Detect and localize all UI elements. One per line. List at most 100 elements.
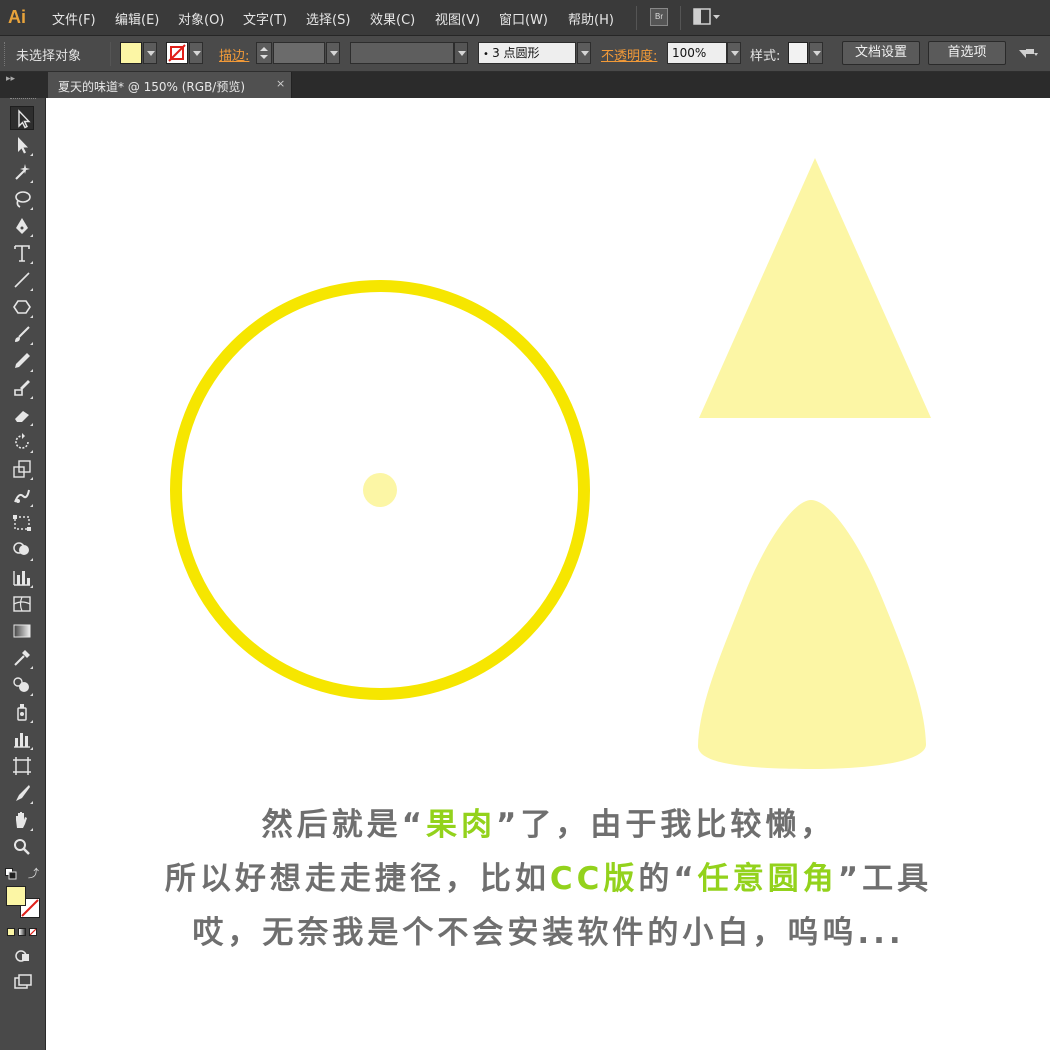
color-mode-button[interactable] bbox=[7, 928, 15, 936]
scale-tool[interactable] bbox=[10, 457, 34, 481]
screen-mode-button[interactable] bbox=[11, 970, 33, 992]
style-label: 样式: bbox=[750, 49, 781, 64]
paintbrush-tool[interactable] bbox=[10, 322, 34, 346]
none-mode-button[interactable] bbox=[29, 928, 37, 936]
gradient-tool[interactable] bbox=[10, 619, 34, 643]
swap-colors-button[interactable]: ⤴ bbox=[28, 868, 40, 880]
preferences-button[interactable]: 首选项 bbox=[928, 41, 1006, 65]
menu-file[interactable]: 文件(F) bbox=[52, 9, 96, 28]
close-tab-button[interactable]: × bbox=[276, 77, 285, 90]
opacity-label[interactable]: 不透明度: bbox=[601, 45, 657, 64]
rounded-triangle-shape[interactable] bbox=[698, 500, 927, 769]
stroke-weight-label[interactable]: 描边: bbox=[219, 45, 249, 64]
document-setup-button[interactable]: 文档设置 bbox=[842, 41, 920, 65]
selection-status: 未选择对象 bbox=[16, 49, 82, 64]
fill-stroke-swatches[interactable] bbox=[6, 886, 40, 920]
no-stroke-icon bbox=[168, 44, 186, 62]
caption-line-2: 所以好想走走捷径，比如CC版的“任意圆角”工具 bbox=[47, 852, 1050, 906]
warp-tool[interactable] bbox=[10, 484, 34, 508]
line-segment-tool[interactable] bbox=[10, 268, 34, 292]
menu-window[interactable]: 窗口(W) bbox=[499, 9, 548, 28]
document-tab-title: 夏天的味道* @ 150% (RGB/预览) bbox=[58, 80, 246, 94]
arrange-documents-button[interactable] bbox=[693, 8, 721, 26]
caption-line-3: 哎，无奈我是个不会安装软件的小白，呜呜... bbox=[192, 915, 905, 951]
brush-definition-value: 3 点圆形 bbox=[492, 46, 540, 60]
drawing-mode-button[interactable] bbox=[11, 944, 33, 966]
brush-definition-dropdown[interactable] bbox=[577, 42, 591, 64]
fill-color-swatch[interactable] bbox=[6, 886, 26, 906]
polygon-tool[interactable] bbox=[10, 295, 34, 319]
hand-tool[interactable] bbox=[10, 808, 34, 832]
graphic-style-swatch[interactable] bbox=[788, 42, 808, 64]
caption-text-segment: 的“ bbox=[638, 861, 698, 897]
panel-flyout-icon bbox=[1019, 49, 1038, 58]
stroke-weight-field[interactable] bbox=[273, 42, 325, 64]
selection-tool[interactable] bbox=[10, 106, 34, 130]
stroke-weight-stepper[interactable] bbox=[256, 42, 272, 64]
artboard-canvas[interactable]: 然后就是“果肉”了，由于我比较懒， 所以好想走走捷径，比如CC版的“任意圆角”工… bbox=[47, 98, 1050, 1050]
drawing-mode-icon bbox=[15, 950, 29, 962]
eyedropper-tool[interactable] bbox=[10, 646, 34, 670]
graphic-style-dropdown[interactable] bbox=[809, 42, 823, 64]
artboard-icon bbox=[13, 757, 31, 775]
variable-width-dropdown[interactable] bbox=[454, 42, 468, 64]
brush-definition-field[interactable]: • 3 点圆形 bbox=[478, 42, 576, 64]
menu-edit[interactable]: 编辑(E) bbox=[115, 9, 159, 28]
menu-type[interactable]: 文字(T) bbox=[243, 9, 287, 28]
menu-help[interactable]: 帮助(H) bbox=[568, 9, 614, 28]
caption-text-segment: ”了，由于我比较懒， bbox=[496, 807, 836, 843]
stroke-dropdown[interactable] bbox=[189, 42, 203, 64]
lasso-tool[interactable] bbox=[10, 187, 34, 211]
magic-wand-tool[interactable] bbox=[10, 160, 34, 184]
symbol-sprayer-tool[interactable] bbox=[10, 700, 34, 724]
artboard-tool[interactable] bbox=[10, 754, 34, 778]
panel-grip[interactable] bbox=[4, 42, 7, 66]
pencil-tool[interactable] bbox=[10, 349, 34, 373]
caption-highlight: 果肉 bbox=[426, 807, 496, 843]
stroke-weight-dropdown[interactable] bbox=[326, 42, 340, 64]
mesh-tool[interactable] bbox=[10, 592, 34, 616]
app-logo: Ai bbox=[8, 7, 26, 27]
opacity-dropdown[interactable] bbox=[727, 42, 741, 64]
column-graph-tool[interactable] bbox=[10, 727, 34, 751]
type-tool[interactable] bbox=[10, 241, 34, 265]
fill-dropdown[interactable] bbox=[143, 42, 157, 64]
menu-effect[interactable]: 效果(C) bbox=[370, 9, 415, 28]
pen-tool[interactable] bbox=[10, 214, 34, 238]
shape-builder-tool[interactable] bbox=[10, 538, 34, 562]
tools-panel-grip[interactable] bbox=[10, 98, 36, 102]
gradient-icon bbox=[13, 624, 31, 638]
gradient-mode-button[interactable] bbox=[18, 928, 26, 936]
control-panel-menu-button[interactable] bbox=[1016, 44, 1040, 64]
menu-select[interactable]: 选择(S) bbox=[306, 9, 350, 28]
caption-text-segment: 所以好想走走捷径，比如 bbox=[164, 861, 550, 897]
fill-swatch[interactable] bbox=[120, 42, 142, 64]
free-transform-tool[interactable] bbox=[10, 511, 34, 535]
center-dot-shape[interactable] bbox=[363, 473, 397, 507]
menu-view[interactable]: 视图(V) bbox=[435, 9, 480, 28]
collapse-panels-icon[interactable]: ▸▸ bbox=[6, 74, 15, 84]
menu-object[interactable]: 对象(O) bbox=[178, 9, 224, 28]
control-bar: 未选择对象 描边: • 3 点圆形 不透明度: 100% 样式: 文档设置 首选… bbox=[0, 36, 1050, 72]
blend-tool[interactable] bbox=[10, 673, 34, 697]
zoom-magnifier-icon bbox=[14, 839, 30, 855]
default-colors-button[interactable] bbox=[5, 868, 17, 880]
graph-tool[interactable] bbox=[10, 565, 34, 589]
none-slash-icon bbox=[30, 929, 36, 935]
tools-panel: ⤴ bbox=[0, 98, 46, 1050]
rotate-tool[interactable] bbox=[10, 430, 34, 454]
slice-tool[interactable] bbox=[10, 781, 34, 805]
bridge-button[interactable]: Br bbox=[650, 8, 668, 26]
opacity-field[interactable]: 100% bbox=[667, 42, 727, 64]
sharp-triangle-shape[interactable] bbox=[699, 158, 931, 418]
zoom-tool[interactable] bbox=[10, 835, 34, 859]
eraser-tool[interactable] bbox=[10, 403, 34, 427]
mesh-icon bbox=[13, 596, 31, 612]
direct-selection-tool[interactable] bbox=[10, 133, 34, 157]
variable-width-profile[interactable] bbox=[350, 42, 454, 64]
blob-brush-tool[interactable] bbox=[10, 376, 34, 400]
color-mode-buttons bbox=[7, 928, 39, 938]
stroke-swatch[interactable] bbox=[166, 42, 188, 64]
caption-highlight: 任意圆角 bbox=[697, 861, 838, 897]
document-tab[interactable]: 夏天的味道* @ 150% (RGB/预览) × bbox=[48, 72, 292, 98]
